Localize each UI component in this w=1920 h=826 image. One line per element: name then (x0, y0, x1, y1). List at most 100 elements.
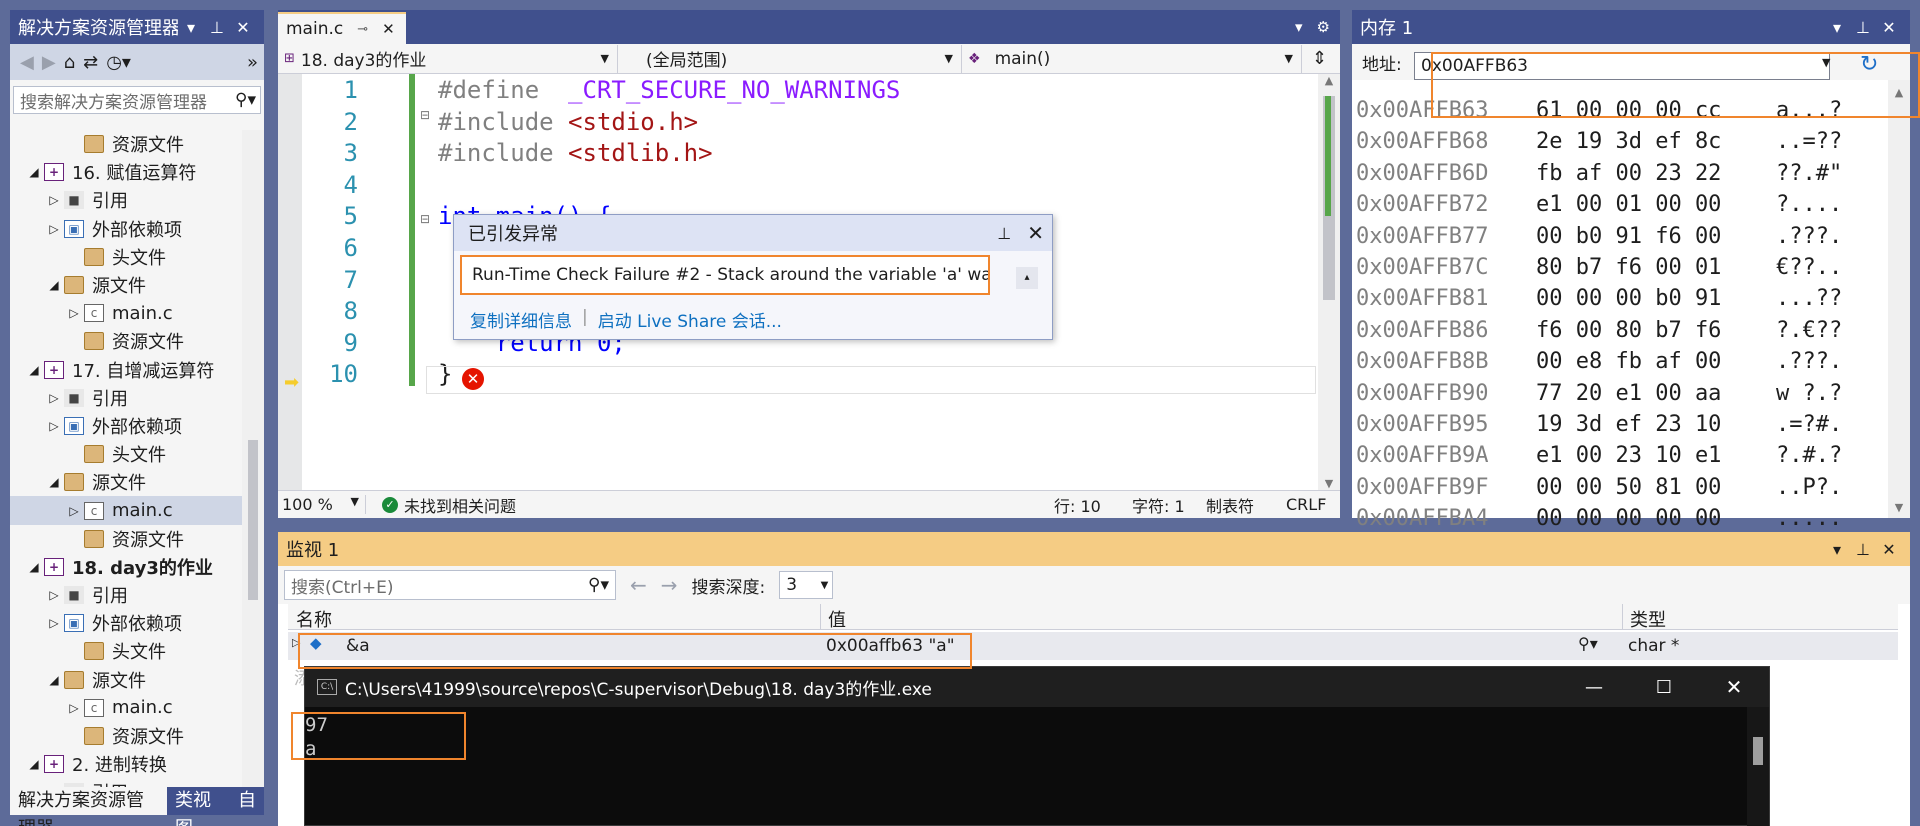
search-icon[interactable]: ⚲▾ (588, 575, 615, 595)
column-value-header[interactable]: 值 (828, 606, 846, 632)
tree-item[interactable]: ◢ +18. day3的作业 (10, 553, 242, 581)
expand-arrow-icon[interactable]: ◢ (24, 560, 44, 574)
pin-icon[interactable]: ⊥ (997, 224, 1027, 243)
memory-row[interactable]: 0x00AFFB7C 80 b7 f6 00 01 €??.. (1356, 255, 1842, 286)
settings-gear-icon[interactable]: ⚙ (1317, 18, 1330, 36)
memory-scrollbar[interactable]: ▲ ▼ (1888, 80, 1910, 518)
scrollbar-thumb[interactable] (248, 440, 258, 600)
tree-item[interactable]: ◢ +17. 自增减运算符 (10, 356, 242, 384)
pin-icon[interactable]: ⊥ (1850, 18, 1876, 37)
tree-item[interactable]: ▷■引用 (10, 186, 242, 214)
tree-item[interactable]: 资源文件 (10, 722, 242, 750)
tree-item[interactable]: ▷ ▣ 外部依赖项 (10, 412, 242, 440)
expand-arrow-icon[interactable]: ◢ (24, 165, 44, 179)
char-status[interactable]: 字符: 1 (1132, 493, 1185, 517)
memory-row[interactable]: 0x00AFFB6D fb af 00 23 22 ??.#" (1356, 161, 1842, 192)
pin-icon[interactable]: ⊥ (204, 18, 230, 37)
minimize-icon[interactable]: — (1559, 677, 1629, 698)
memory-row[interactable]: 0x00AFFB86 f6 00 80 b7 f6 ?.€?? (1356, 318, 1842, 349)
expand-arrow-icon[interactable]: ▷ (44, 193, 64, 207)
expand-arrow-icon[interactable]: ◢ (44, 673, 64, 687)
tab-class-view[interactable]: 类视图 (167, 787, 230, 826)
switch-views-icon[interactable]: ⇄ (83, 52, 98, 73)
scope-dropdown[interactable]: (全局范围) ▼ (618, 44, 962, 73)
back-arrow-icon[interactable]: ← (630, 573, 647, 597)
scroll-up-icon[interactable]: ▲ (1318, 74, 1340, 87)
project-dropdown[interactable]: ⊞ 18. day3的作业 ▼ (278, 44, 618, 73)
memory-row[interactable]: 0x00AFFB95 19 3d ef 23 10 .=?#. (1356, 412, 1842, 443)
scroll-down-icon[interactable]: ▼ (1318, 477, 1340, 490)
tree-item[interactable]: ◢ +2. 进制转换 (10, 750, 242, 778)
line-number-status[interactable]: 行: 10 (1054, 493, 1101, 517)
close-tab-icon[interactable]: ✕ (382, 20, 395, 38)
tree-item[interactable]: ◢ +16. 赋值运算符 (10, 158, 242, 186)
expand-arrow-icon[interactable]: ▷ (64, 504, 84, 518)
zoom-dropdown[interactable]: 100 % ▼ (278, 495, 366, 514)
tab-solution-explorer[interactable]: 解决方案资源管理器 (10, 787, 167, 826)
tree-item[interactable]: 头文件 (10, 243, 242, 271)
expand-arrow-icon[interactable]: ▷ (64, 306, 84, 320)
tree-item[interactable]: ▷ c main.c (10, 496, 242, 525)
pin-icon[interactable]: ⊸ (357, 22, 368, 37)
tabs-mode-status[interactable]: 制表符 (1206, 493, 1254, 517)
memory-row[interactable]: 0x00AFFB9A e1 00 23 10 e1 ?.#.? (1356, 443, 1842, 474)
tree-item[interactable]: 头文件 (10, 637, 242, 665)
split-editor-icon[interactable]: ⇕ (1302, 48, 1327, 69)
memory-row[interactable]: 0x00AFFB90 77 20 e1 00 aa w ?.? (1356, 381, 1842, 412)
console-scrollbar[interactable] (1747, 707, 1769, 826)
memory-row[interactable]: 0x00AFFB81 00 00 00 b0 91...?? (1356, 286, 1842, 317)
scroll-down-icon[interactable]: ▼ (1888, 501, 1910, 514)
close-icon[interactable]: ✕ (230, 18, 256, 37)
live-share-link[interactable]: 启动 Live Share 会话... (598, 307, 782, 332)
forward-arrow-icon[interactable]: → (661, 573, 678, 597)
collapse-toggle-icon[interactable]: ⊟ (420, 212, 430, 226)
search-icon[interactable]: ⚲▾ (231, 90, 260, 110)
expand-arrow-icon[interactable]: ▷ (64, 701, 84, 715)
pin-icon[interactable]: ⊥ (1850, 540, 1876, 559)
scroll-icon[interactable]: ▴ (1016, 267, 1038, 289)
tree-item[interactable]: ◢ 源文件 (10, 666, 242, 694)
column-type-header[interactable]: 类型 (1630, 606, 1666, 632)
tree-item[interactable]: 资源文件 (10, 327, 242, 355)
tab-main-c[interactable]: main.c ⊸ ✕ (278, 12, 406, 44)
scrollbar-thumb[interactable] (1753, 737, 1763, 765)
expand-arrow-icon[interactable]: ▷ (44, 391, 64, 405)
expand-arrow-icon[interactable]: ▷ (44, 222, 64, 236)
tree-item[interactable]: ▷ ▣ 外部依赖项 (10, 215, 242, 243)
tree-item[interactable]: 头文件 (10, 440, 242, 468)
expand-arrow-icon[interactable]: ◢ (24, 757, 44, 771)
memory-row[interactable]: 0x00AFFB77 00 b0 91 f6 00.???. (1356, 224, 1842, 255)
back-icon[interactable]: ◀ (20, 52, 34, 73)
close-icon[interactable]: ✕ (1027, 221, 1052, 245)
editor-scrollbar[interactable]: ▲ ▼ (1318, 74, 1340, 490)
solution-scrollbar[interactable] (242, 130, 264, 787)
watch-search-input[interactable]: 搜索(Ctrl+E) ⚲▾ (284, 570, 616, 600)
eol-status[interactable]: CRLF (1286, 495, 1326, 514)
close-icon[interactable]: ✕ (1876, 540, 1902, 559)
magnifier-icon[interactable]: ⚲▾ (1578, 634, 1598, 653)
solution-search-input[interactable]: 搜索解决方案资源管理器 ⚲▾ (13, 86, 261, 114)
tree-item[interactable]: ▷ c main.c (10, 694, 242, 722)
pending-changes-icon[interactable]: ◷▾ (106, 52, 131, 73)
expand-arrow-icon[interactable]: ◢ (44, 475, 64, 489)
tab-other[interactable]: 自 (230, 787, 264, 815)
expand-arrow-icon[interactable]: ◢ (44, 278, 64, 292)
tree-item[interactable]: 资源文件 (10, 525, 242, 553)
column-name-header[interactable]: 名称 (296, 606, 332, 632)
tree-item[interactable]: ▷ ▣ 外部依赖项 (10, 609, 242, 637)
memory-row[interactable]: 0x00AFFB8B 00 e8 fb af 00.???. (1356, 349, 1842, 380)
collapse-toggle-icon[interactable]: ⊟ (420, 108, 430, 122)
tree-item[interactable]: ▷■引用 (10, 778, 242, 787)
tree-item[interactable]: 资源文件 (10, 130, 242, 158)
tree-item[interactable]: ▷■引用 (10, 384, 242, 412)
search-depth-dropdown[interactable]: 3 ▼ (779, 571, 834, 599)
more-icon[interactable]: » (247, 52, 264, 73)
dropdown-icon[interactable]: ▾ (178, 18, 204, 37)
close-icon[interactable]: ✕ (1699, 675, 1769, 699)
tab-list-icon[interactable]: ▾ (1295, 18, 1303, 36)
home-icon[interactable]: ⌂ (64, 52, 75, 73)
expand-arrow-icon[interactable]: ▷ (44, 588, 64, 602)
maximize-icon[interactable]: ☐ (1629, 677, 1699, 698)
tree-item[interactable]: ◢ 源文件 (10, 271, 242, 299)
issues-status[interactable]: 未找到相关问题 (404, 493, 516, 517)
